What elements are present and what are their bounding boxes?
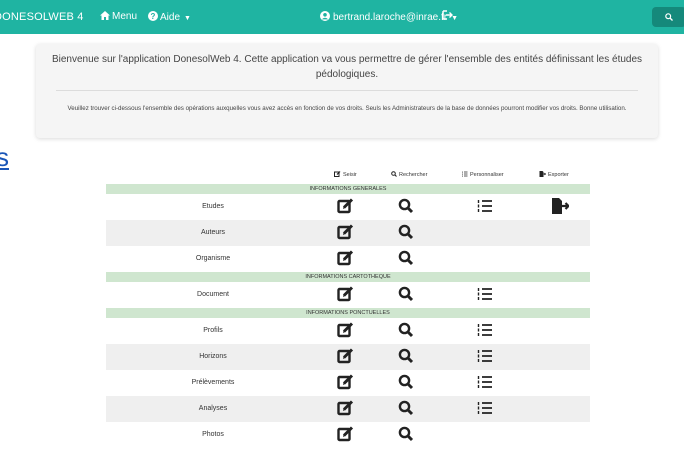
user-email: bertrand.laroche@inrae.fr	[333, 12, 448, 23]
edit-icon[interactable]	[337, 400, 357, 418]
search-icon[interactable]	[398, 286, 418, 304]
top-navbar: DONESOLWEB 4 Menu ? Aide ▼ bertrand.laroc…	[0, 0, 684, 34]
edit-icon[interactable]	[337, 286, 357, 304]
list-ol-icon[interactable]	[477, 374, 497, 392]
search-icon	[665, 13, 673, 21]
app-brand[interactable]: DONESOLWEB 4	[0, 11, 84, 23]
edit-icon[interactable]	[337, 250, 357, 268]
file-export-icon[interactable]	[551, 198, 571, 216]
menu-label: Menu	[112, 11, 138, 22]
row-label: Organisme	[195, 255, 231, 262]
row-label: Prélèvements	[191, 379, 235, 386]
list-ol-icon[interactable]	[477, 322, 497, 340]
edit-icon	[334, 171, 341, 177]
row-label: Profils	[203, 327, 223, 334]
row-label: Document	[197, 291, 229, 298]
search-icon[interactable]	[398, 250, 418, 268]
header-personnaliser: Personnaliser	[462, 171, 504, 178]
edit-icon[interactable]	[337, 348, 357, 366]
operations-table: Seisir Rechercher Personnaliser Exporter…	[106, 168, 590, 448]
row-label: Auteurs	[200, 229, 226, 236]
home-icon	[100, 11, 110, 20]
search-icon[interactable]	[398, 322, 418, 340]
menu-button[interactable]: Menu	[100, 11, 137, 22]
row-label: Analyses	[198, 405, 228, 412]
table-row-document: Document	[106, 282, 590, 308]
section-informations-generales: INFORMATIONS GENERALES	[106, 184, 590, 194]
question-circle-icon: ?	[148, 11, 158, 21]
search-icon[interactable]	[398, 426, 418, 444]
table-row-organisme: Organisme	[106, 246, 590, 272]
header-rechercher: Rechercher	[391, 171, 427, 178]
side-link[interactable]: s	[0, 142, 9, 173]
section-informations-ponctuelles: INFORMATIONS PONCTUELLES	[106, 308, 590, 318]
table-row-horizons: Horizons	[106, 344, 590, 370]
table-row-photos: Photos	[106, 422, 590, 448]
search-icon[interactable]	[398, 198, 418, 216]
table-row-auteurs: Auteurs	[106, 220, 590, 246]
table-row-etudes: Etudes	[106, 194, 590, 220]
list-ol-icon	[462, 171, 468, 177]
welcome-intro: Bienvenue sur l'application DonesolWeb 4…	[51, 54, 643, 80]
user-menu[interactable]: bertrand.laroche@inrae.fr ▼	[320, 11, 458, 23]
edit-icon[interactable]	[337, 198, 357, 216]
row-label: Photos	[202, 431, 224, 438]
edit-icon[interactable]	[337, 224, 357, 242]
operations-text: Veuillez trouver ci-dessous l'ensemble d…	[67, 105, 627, 112]
logout-icon[interactable]	[442, 10, 453, 23]
search-icon[interactable]	[398, 374, 418, 392]
search-icon[interactable]	[398, 348, 418, 366]
file-export-icon	[539, 171, 546, 177]
search-icon	[391, 171, 397, 177]
row-label: Etudes	[202, 203, 224, 210]
svg-text:?: ?	[151, 12, 156, 21]
edit-icon[interactable]	[337, 374, 357, 392]
aide-button[interactable]: ? Aide ▼	[148, 11, 191, 23]
table-row-analyses: Analyses	[106, 396, 590, 422]
edit-icon[interactable]	[337, 322, 357, 340]
search-icon[interactable]	[398, 224, 418, 242]
list-ol-icon[interactable]	[477, 400, 497, 418]
chevron-down-icon: ▼	[184, 15, 191, 22]
aide-label: Aide	[160, 12, 181, 23]
divider	[56, 90, 638, 91]
edit-icon[interactable]	[337, 426, 357, 444]
list-ol-icon[interactable]	[477, 286, 497, 304]
header-seisir: Seisir	[334, 171, 357, 178]
table-row-profils: Profils	[106, 318, 590, 344]
row-label: Horizons	[199, 353, 227, 360]
header-exporter: Exporter	[539, 171, 569, 178]
list-ol-icon[interactable]	[477, 198, 497, 216]
search-icon[interactable]	[398, 400, 418, 418]
search-button[interactable]	[652, 7, 684, 27]
list-ol-icon[interactable]	[477, 348, 497, 366]
welcome-card: Bienvenue sur l'application DonesolWeb 4…	[36, 44, 658, 138]
section-informations-cartotheque: INFORMATIONS CARTOTHEQUE	[106, 272, 590, 282]
user-circle-icon	[320, 11, 330, 21]
table-row-prelevements: Prélèvements	[106, 370, 590, 396]
table-header: Seisir Rechercher Personnaliser Exporter	[106, 168, 590, 184]
